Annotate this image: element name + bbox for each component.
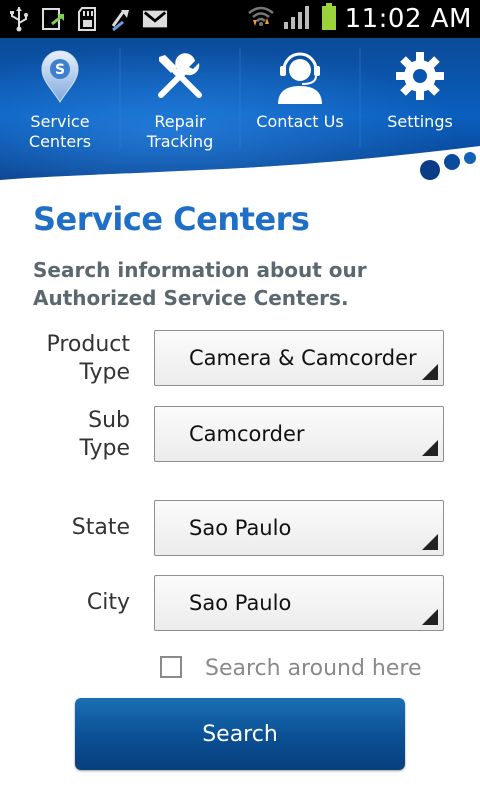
state-value: Sao Paulo	[189, 516, 292, 540]
status-notification-icons	[6, 4, 168, 34]
nav-contact-us-label: Contact Us	[256, 112, 344, 131]
page-subtitle: Search information about our Authorized …	[33, 256, 433, 312]
sub-type-label: Sub Type	[79, 407, 130, 463]
subtitle-line-2: Authorized Service Centers.	[33, 286, 349, 310]
nav-contact-us[interactable]: Contact Us	[240, 38, 360, 166]
sub-type-label-line-2: Type	[79, 436, 130, 461]
city-value: Sao Paulo	[189, 591, 292, 615]
dropdown-arrow-icon	[422, 364, 438, 380]
gmail-icon	[142, 6, 168, 32]
dropdown-arrow-icon	[422, 440, 438, 456]
nav-repair-tracking-label: Repair Tracking	[146, 112, 214, 151]
state-label: State	[71, 515, 130, 540]
gear-icon	[390, 46, 450, 106]
signal-icon	[283, 4, 313, 34]
wifi-icon	[247, 4, 275, 34]
headset-icon	[270, 46, 330, 106]
sub-type-select[interactable]: Camcorder	[154, 406, 444, 462]
subtitle-line-1: Search information about our	[33, 258, 367, 282]
status-bar: 11:02 AM	[0, 0, 480, 38]
nav-service-centers[interactable]: S Service Centers	[0, 38, 120, 166]
product-type-value: Camera & Camcorder	[189, 346, 417, 370]
top-navigation: S Service Centers Repair Tracking Contac…	[0, 38, 480, 166]
product-type-select[interactable]: Camera & Camcorder	[154, 330, 444, 386]
city-label: City	[86, 590, 130, 615]
usb-icon	[6, 6, 32, 32]
page-title: Service Centers	[33, 200, 310, 238]
nav-repair-tracking[interactable]: Repair Tracking	[120, 38, 240, 166]
search-button[interactable]: Search	[75, 698, 405, 770]
sub-type-value: Camcorder	[189, 422, 305, 446]
map-pin-icon: S	[30, 46, 90, 106]
sub-type-label-line-1: Sub	[88, 408, 130, 433]
usb-debug-icon	[108, 6, 134, 32]
product-type-label: Product Type	[46, 331, 130, 387]
status-time: 11:02 AM	[344, 4, 472, 34]
nav-settings[interactable]: Settings	[360, 38, 480, 166]
search-around-label[interactable]: Search around here	[205, 654, 422, 684]
search-around-checkbox[interactable]	[160, 656, 182, 678]
svg-text:S: S	[55, 62, 65, 78]
product-type-label-line-2: Type	[79, 360, 130, 385]
product-type-label-line-1: Product	[46, 332, 130, 357]
dropdown-arrow-icon	[422, 609, 438, 625]
city-select[interactable]: Sao Paulo	[154, 575, 444, 631]
sd-card-icon	[74, 6, 100, 32]
tools-icon	[150, 46, 210, 106]
dropdown-arrow-icon	[422, 534, 438, 550]
nav-settings-label: Settings	[387, 112, 453, 131]
status-system-icons: 11:02 AM	[247, 2, 472, 36]
state-select[interactable]: Sao Paulo	[154, 500, 444, 556]
nav-service-centers-label: Service Centers	[28, 112, 92, 151]
sync-icon	[40, 6, 66, 32]
battery-icon	[321, 3, 337, 35]
